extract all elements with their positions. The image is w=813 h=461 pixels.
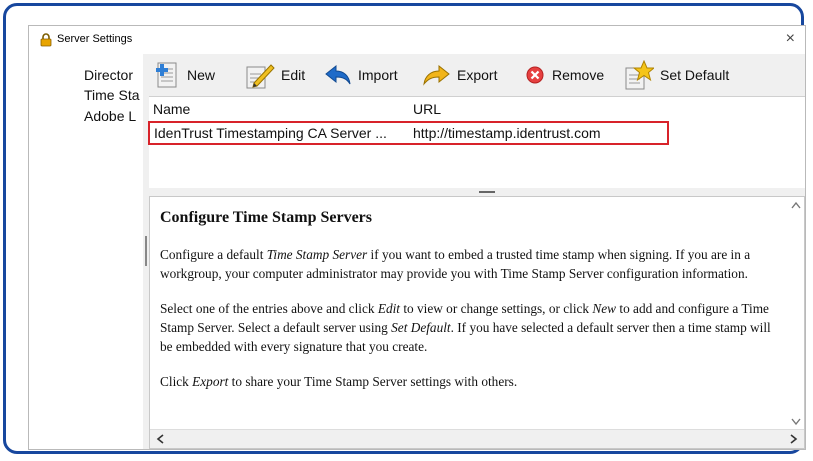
export-label: Export <box>457 67 498 83</box>
scroll-right-icon[interactable] <box>790 434 798 444</box>
window-title: Server Settings <box>57 33 133 45</box>
horizontal-scrollbar[interactable] <box>150 429 804 448</box>
export-icon <box>423 64 450 86</box>
edit-label: Edit <box>281 67 306 83</box>
help-paragraph-2: Select one of the entries above and clic… <box>160 301 771 354</box>
scroll-left-icon[interactable] <box>156 434 164 444</box>
close-icon[interactable]: × <box>786 30 795 48</box>
help-paragraph-1: Configure a default Time Stamp Server if… <box>160 247 751 281</box>
new-icon <box>156 62 177 88</box>
help-heading: Configure Time Stamp Servers <box>160 209 372 226</box>
edit-button[interactable]: Edit <box>245 60 305 90</box>
server-pane: New Edit Import Export Remove Set Defaul… <box>148 54 805 449</box>
export-button[interactable]: Export <box>421 60 497 90</box>
title-bar: Server Settings × <box>29 26 805 54</box>
server-list: Name URL IdenTrust Timestamping CA Serve… <box>148 96 805 189</box>
import-button[interactable]: Import <box>324 60 398 90</box>
row-highlight-box <box>148 121 669 145</box>
scroll-up-icon[interactable] <box>791 201 801 209</box>
help-paragraph-3: Click Export to share your Time Stamp Se… <box>160 374 518 389</box>
vertical-scrollbar[interactable] <box>788 197 804 430</box>
sidebar-item-directory[interactable]: Director <box>84 67 133 83</box>
horizontal-splitter[interactable] <box>149 188 805 196</box>
help-panel: Configure Time Stamp Servers Configure a… <box>149 196 805 449</box>
column-header-url[interactable]: URL <box>413 101 441 117</box>
toolbar: New Edit Import Export Remove Set Defaul… <box>149 54 805 96</box>
new-label: New <box>187 67 216 83</box>
import-label: Import <box>358 67 398 83</box>
new-button[interactable]: New <box>155 60 215 90</box>
lock-icon <box>40 33 52 47</box>
set-default-button[interactable]: Set Default <box>624 60 729 90</box>
help-content: Configure Time Stamp Servers Configure a… <box>160 209 780 407</box>
set-default-label: Set Default <box>660 67 730 83</box>
edit-icon <box>246 64 275 89</box>
sidebar-item-time-stamp[interactable]: Time Sta <box>84 87 140 103</box>
horizontal-splitter-grip <box>479 191 495 193</box>
sidebar-item-adobe[interactable]: Adobe L <box>84 108 136 124</box>
remove-label: Remove <box>552 67 605 83</box>
remove-icon <box>526 66 544 84</box>
scroll-down-icon[interactable] <box>791 418 801 426</box>
column-header-name[interactable]: Name <box>153 101 190 117</box>
remove-button[interactable]: Remove <box>524 60 604 90</box>
set-default-icon <box>625 60 654 90</box>
splitter-grip <box>145 236 147 266</box>
category-list: Director Time Sta Adobe L <box>29 54 144 449</box>
import-icon <box>325 64 351 85</box>
server-settings-dialog: Server Settings × Director Time Sta Adob… <box>28 25 806 450</box>
